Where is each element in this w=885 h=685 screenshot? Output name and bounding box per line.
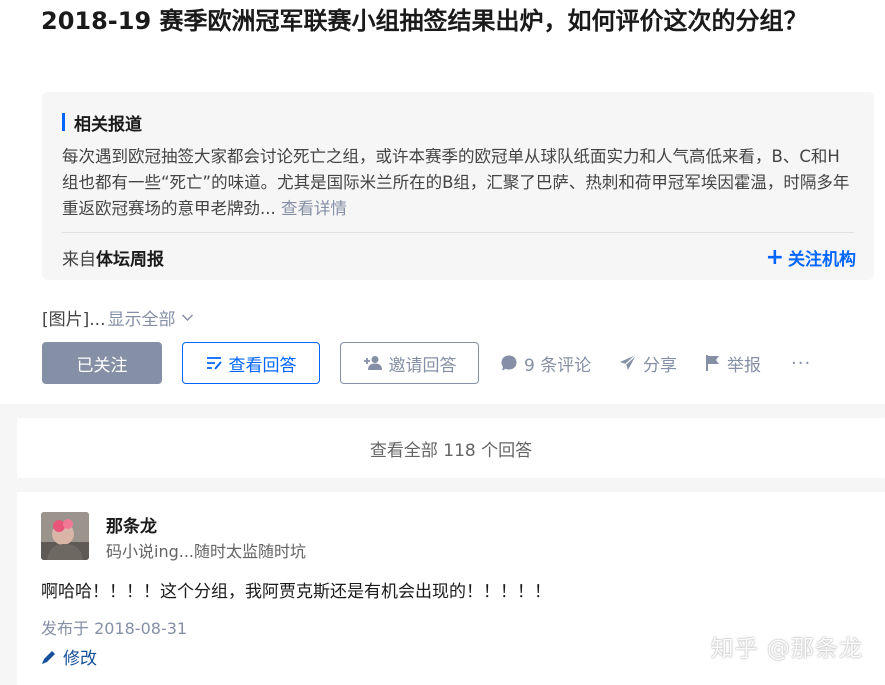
share-icon	[620, 354, 637, 370]
edit-button[interactable]: 修改	[41, 644, 97, 669]
related-news-title: 相关报道	[74, 114, 142, 135]
follow-org-label: 关注机构	[788, 250, 856, 270]
related-source: 来自体坛周报	[62, 245, 164, 270]
author-bio: 码小说ing...随时太监随时坑	[106, 542, 307, 561]
view-answers-button[interactable]: 查看回答	[182, 342, 320, 384]
comments-count: 9 条评论	[524, 355, 592, 376]
invite-icon	[363, 356, 382, 370]
author-name[interactable]: 那条龙	[106, 512, 157, 537]
question-card: 2018-19 赛季欧洲冠军联赛小组抽签结果出炉，如何评价这次的分组？ 相关报道…	[0, 0, 885, 404]
invite-answer-button[interactable]: 邀请回答	[340, 342, 479, 384]
related-news-header: 相关报道	[62, 111, 142, 135]
watermark: 知乎 @那条龙	[710, 636, 863, 662]
related-news-excerpt-text: 每次遇到欧冠抽签大家都会讨论死亡之组，或许本赛季的欧冠单从球队纸面实力和人气高低…	[62, 147, 850, 218]
accent-bar	[62, 113, 65, 131]
plus-icon: +	[765, 244, 784, 270]
share-label: 分享	[643, 355, 677, 376]
image-placeholder-text: [图片]...	[42, 310, 106, 330]
answer-card: 那条龙 码小说ing...随时太监随时坑 啊哈哈！！！！这个分组，我阿贾克斯还是…	[17, 492, 885, 685]
follow-org-button[interactable]: + 关注机构	[766, 245, 856, 270]
show-all-link[interactable]: 显示全部	[107, 305, 175, 330]
report-label: 举报	[727, 355, 761, 376]
view-answers-label: 查看回答	[228, 355, 297, 376]
report-icon	[706, 355, 719, 371]
view-answers-icon	[206, 356, 222, 370]
related-news-excerpt: 每次遇到欧冠抽签大家都会讨论死亡之组，或许本赛季的欧冠单从球队纸面实力和人气高低…	[62, 144, 852, 222]
answer-content[interactable]: 啊哈哈！！！！这个分组，我阿贾克斯还是有机会出现的！！！！！	[41, 577, 551, 602]
report-button[interactable]: 举报	[705, 342, 761, 384]
comments-button[interactable]: 9 条评论	[500, 342, 591, 384]
more-icon[interactable]: ···	[791, 342, 811, 384]
question-title[interactable]: 2018-19 赛季欧洲冠军联赛小组抽签结果出炉，如何评价这次的分组？	[41, 2, 861, 40]
comment-icon	[501, 355, 517, 371]
view-all-answers-button[interactable]: 查看全部 118 个回答	[17, 418, 885, 478]
share-button[interactable]: 分享	[619, 342, 677, 384]
view-details-link[interactable]: 查看详情	[281, 199, 347, 218]
divider	[62, 232, 854, 233]
chevron-down-icon[interactable]	[181, 311, 194, 325]
question-detail-collapsed: [图片]... 显示全部	[42, 305, 194, 330]
edit-label: 修改	[63, 649, 97, 669]
source-prefix: 来自	[62, 250, 96, 270]
followed-button[interactable]: 已关注	[42, 342, 162, 384]
invite-label: 邀请回答	[388, 355, 457, 376]
edit-icon	[42, 650, 55, 664]
avatar[interactable]	[41, 512, 89, 560]
answer-date[interactable]: 发布于 2018-08-31	[41, 615, 187, 639]
related-news-box: 相关报道 每次遇到欧冠抽签大家都会讨论死亡之组，或许本赛季的欧冠单从球队纸面实力…	[42, 92, 874, 280]
source-name[interactable]: 体坛周报	[96, 250, 164, 270]
